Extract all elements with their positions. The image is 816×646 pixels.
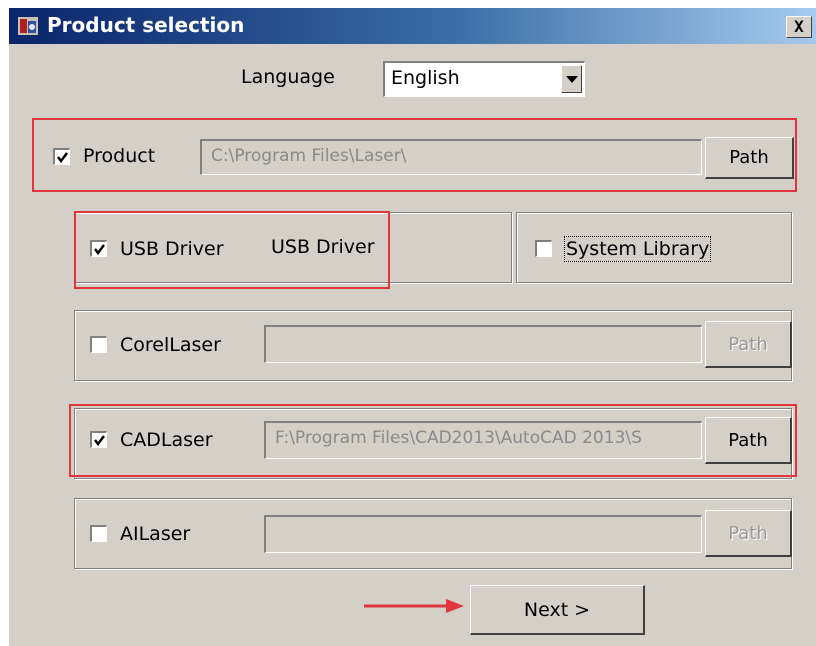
ai-laser-label: AILaser xyxy=(120,523,191,545)
highlight-product xyxy=(32,118,797,192)
close-icon: X xyxy=(794,17,804,36)
corel-laser-label: CorelLaser xyxy=(120,334,221,356)
ai-laser-path-button[interactable]: Path xyxy=(705,510,792,557)
corel-laser-checkbox[interactable] xyxy=(90,336,107,353)
language-select[interactable]: English xyxy=(383,61,585,97)
system-library-checkbox[interactable] xyxy=(535,240,552,257)
chevron-down-icon xyxy=(566,76,578,83)
corel-laser-path-field[interactable] xyxy=(264,325,702,363)
close-button[interactable]: X xyxy=(786,16,812,38)
language-value: English xyxy=(391,67,460,89)
app-icon xyxy=(18,17,38,35)
highlight-cad-laser xyxy=(69,404,797,477)
ai-laser-checkbox[interactable] xyxy=(90,525,107,542)
ai-laser-path-field[interactable] xyxy=(264,515,702,553)
language-label: Language xyxy=(241,66,335,88)
next-button[interactable]: Next > xyxy=(470,585,645,635)
highlight-usb-driver xyxy=(74,211,390,289)
corel-laser-path-button[interactable]: Path xyxy=(705,321,792,368)
title-bar: Product selection X xyxy=(9,8,816,44)
language-dropdown-button[interactable] xyxy=(561,65,582,93)
window-title: Product selection xyxy=(47,13,245,37)
system-library-label[interactable]: System Library xyxy=(563,236,712,262)
red-arrow-icon xyxy=(364,599,464,613)
